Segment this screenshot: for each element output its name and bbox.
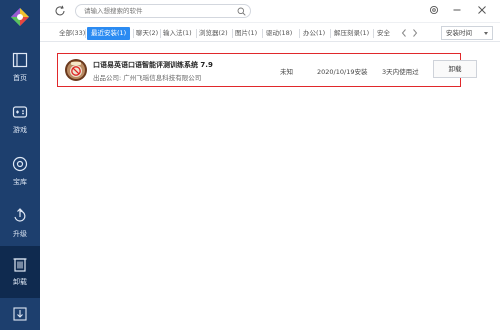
home-icon [12,52,28,68]
app-publisher: 出品公司: 广州飞瑶信息科技有限公司 [93,74,202,82]
tab-recent[interactable]: 最近安装(1) [87,27,131,40]
tab-separator [330,29,331,38]
tab-browser[interactable]: 浏览器(2) [199,27,228,40]
app-size: 未知 [280,68,293,76]
search-icon[interactable] [237,7,246,16]
settings-gear-icon[interactable] [429,5,439,15]
tab-office[interactable]: 办公(1) [303,27,325,40]
tab-separator [160,29,161,38]
sidebar-item-upgrade[interactable]: 升级 [0,198,40,250]
sidebar-item-label: 游戏 [13,126,27,134]
tab-separator [373,29,374,38]
sidebar-item-treasure[interactable]: 宝库 [0,146,40,198]
treasure-icon [12,156,28,172]
sidebar-item-home[interactable]: 首页 [0,42,40,94]
sidebar-item-uninstall[interactable]: 卸载 [0,246,40,298]
tab-separator [196,29,197,38]
close-icon[interactable] [477,5,487,15]
app-window: 首页 游戏 宝库 升级 卸载 请输入想搜索的软件 全部(33) 最近安装(1) … [0,0,500,330]
tab-separator [262,29,263,38]
tab-drivers[interactable]: 驱动(18) [266,27,292,40]
tab-chat[interactable]: 聊天(2) [136,27,158,40]
uninstall-icon [13,258,27,272]
chevron-down-icon [484,32,488,35]
app-logo-icon [11,8,29,26]
tab-security[interactable]: 安全 [377,27,390,40]
app-name: 口语易英语口语智能评测训练系统 7.9 [93,61,213,69]
tab-separator [133,29,134,38]
sidebar-item-label: 首页 [13,74,27,82]
gamepad-icon [12,106,28,118]
refresh-icon[interactable] [54,5,66,17]
top-bar [40,0,500,22]
download-manager-icon[interactable] [0,300,40,330]
last-used: 3天内使用过 [382,68,419,76]
sidebar-item-label: 宝库 [13,178,27,186]
sidebar-item-label: 卸载 [13,278,27,286]
tab-scroll-right-icon[interactable] [412,28,418,38]
search-input[interactable] [84,6,234,16]
tab-images[interactable]: 图片(1) [235,27,257,40]
sidebar-item-label: 升级 [13,230,27,238]
app-list-item[interactable]: 口语易英语口语智能评测训练系统 7.9 出品公司: 广州飞瑶信息科技有限公司 未… [57,53,477,87]
sidebar: 首页 游戏 宝库 升级 卸载 [0,0,40,330]
install-date: 2020/10/19安装 [317,68,368,76]
upgrade-icon [14,208,26,222]
minimize-icon[interactable] [452,5,462,15]
tab-scroll-left-icon[interactable] [401,28,407,38]
app-icon [65,59,87,81]
sort-dropdown[interactable]: 安装时间 [441,26,493,40]
tab-compression[interactable]: 解压刻录(1) [334,27,369,40]
tab-separator [299,29,300,38]
sidebar-item-games[interactable]: 游戏 [0,94,40,146]
category-tabs: 全部(33) 最近安装(1) 聊天(2) 输入法(1) 浏览器(2) 图片(1)… [40,24,500,42]
search-box[interactable] [75,4,251,18]
tab-separator [232,29,233,38]
tab-separator [85,29,86,38]
tab-all[interactable]: 全部(33) [59,27,85,40]
top-divider [40,22,500,23]
sort-selected: 安装时间 [446,29,472,37]
tab-input-method[interactable]: 输入法(1) [163,27,192,40]
uninstall-button[interactable]: 卸载 [433,60,477,78]
